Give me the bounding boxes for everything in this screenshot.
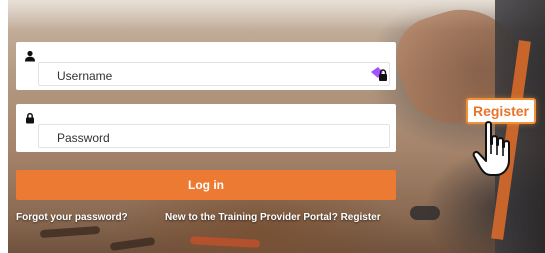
password-field-group xyxy=(16,104,396,152)
login-screen: Log in Forgot your password? New to the … xyxy=(0,0,545,253)
register-link[interactable]: New to the Training Provider Portal? Reg… xyxy=(165,212,381,223)
user-icon xyxy=(25,50,35,62)
username-field-group xyxy=(16,42,396,90)
lock-icon xyxy=(26,112,34,124)
password-manager-icon[interactable] xyxy=(370,66,388,82)
username-input[interactable] xyxy=(38,62,390,86)
hand-pointer-icon xyxy=(472,121,510,176)
forgot-password-link[interactable]: Forgot your password? xyxy=(16,212,128,223)
password-input[interactable] xyxy=(38,124,390,148)
background-tool xyxy=(410,206,440,220)
login-button[interactable]: Log in xyxy=(16,170,396,200)
